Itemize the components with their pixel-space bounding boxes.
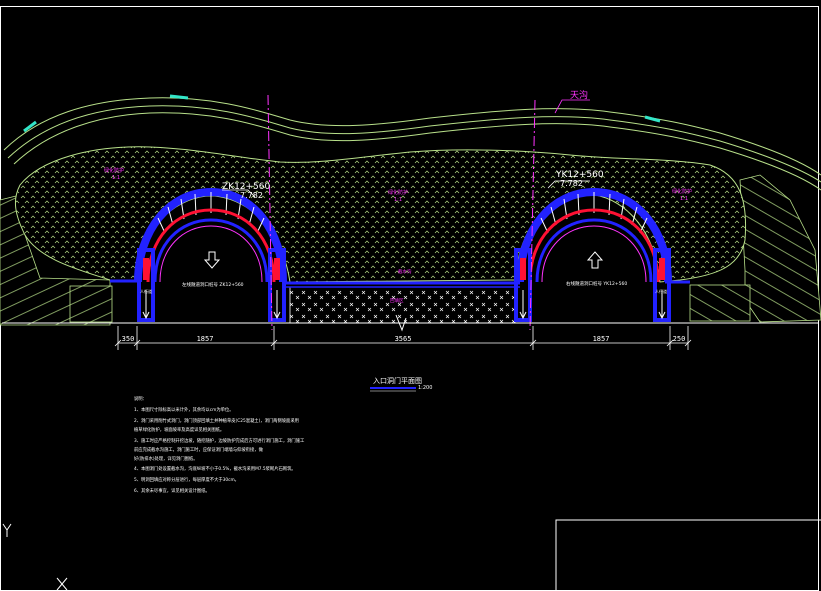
right-slope-block [689, 284, 751, 322]
backfill-area [289, 286, 516, 324]
note-5: 5、明洞回填应对称分层进行，每层厚度不大于30cm。 [134, 476, 239, 483]
dim-5: 250 [673, 335, 686, 343]
note-2b: 植草绿化防护，坡面坡率及高度详见相关图纸。 [134, 426, 224, 433]
note-3c: 好(防排水)处理，详见洞门图纸。 [134, 455, 198, 462]
left-slope-sub: 1:1 [112, 175, 120, 181]
note-2: 2、洞门采用削竹式洞门，洞门顶部回填土并种植草皮(C25混凝土)，洞门两侧坡面采… [134, 417, 299, 424]
left-road-label: 左线隧道洞口桩号 ZK12+560 [182, 281, 244, 288]
drawing-svg: 350 1857 3565 1857 250 ZK12+560 7.782 YK… [0, 6, 821, 591]
mid-fill-label: 回填区 [390, 297, 404, 304]
right-elev-label: 7.782 [560, 179, 583, 188]
left-tunnel-portal [134, 187, 287, 322]
right-road-label: 右线隧道洞口桩号 YK12+560 [566, 280, 627, 287]
left-foot-label: 人行道 [140, 288, 152, 294]
right-slope-label: 绿化防护 [672, 188, 692, 195]
notes-heading: 说明： [134, 395, 147, 402]
title-block-border [555, 519, 821, 591]
note-1: 1、本图尺寸除标高以米计外，其余均以cm为单位。 [134, 406, 234, 413]
left-slope-block [69, 285, 113, 323]
right-foot-label: 人行道 [655, 288, 667, 294]
right-side-slope [739, 174, 821, 323]
top-ditch-label: 天沟 [570, 89, 588, 101]
left-direction-arrow-icon [203, 251, 221, 269]
right-direction-arrow-icon [586, 251, 604, 269]
dim-4: 1857 [593, 335, 610, 343]
center-slope-sub: 1:1 [394, 197, 402, 203]
center-slope-label: 绿化防护 [388, 189, 408, 196]
note-3: 3、施工时应严格控制开挖边坡，随挖随护，边坡防护完成后方可进行洞门施工，洞门施工 [134, 437, 305, 444]
notes-block: 说明： 1、本图尺寸除标高以米计外，其余均以cm为单位。 2、洞门采用削竹式洞门… [134, 395, 305, 494]
dim-2: 1857 [197, 335, 214, 343]
dim-1: 350 [122, 335, 135, 343]
dim-3: 3565 [395, 335, 412, 343]
note-3b: 前应完成截水沟施工，洞门施工时，应保证洞门端墙与仰坡衔接，做 [134, 446, 264, 453]
mid-label: 截水沟 [398, 268, 412, 275]
drawing-scale: 1:200 [418, 385, 432, 391]
note-4: 4、本图洞门处设置截水沟，沟底纵坡不小于0.5%，截水沟采用M7.5浆砌片石砌筑… [134, 465, 296, 472]
grass-slope-area [14, 146, 747, 283]
left-slope-label: 绿化防护 [104, 167, 124, 174]
drawing-title: 入口洞门平面图 [373, 376, 422, 385]
note-6: 6、其余未尽事宜，详见相关设计图纸。 [134, 487, 210, 494]
left-elev-label: 7.782 [240, 191, 263, 200]
ucs-icon [2, 523, 68, 591]
cad-drawing-canvas: 350 1857 3565 1857 250 ZK12+560 7.782 YK… [0, 0, 821, 591]
top-ditch-leader [554, 99, 590, 114]
right-slope-sub: 1:1 [680, 196, 688, 202]
